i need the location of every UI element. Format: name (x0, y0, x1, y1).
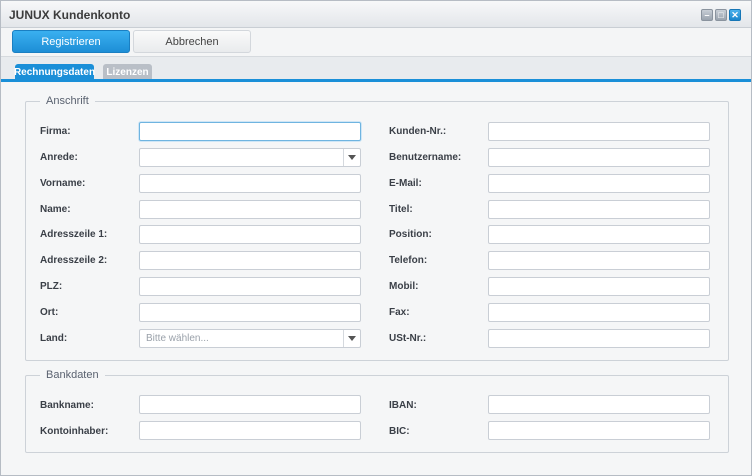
ustnr-label: USt-Nr.: (389, 333, 427, 344)
tab-lizenzen[interactable]: Lizenzen (103, 64, 152, 80)
register-button[interactable]: Registrieren (12, 30, 130, 53)
toolbar: Registrieren Abbrechen (1, 29, 751, 56)
kundennr-input[interactable] (488, 122, 710, 141)
chevron-down-icon[interactable] (343, 330, 360, 347)
window-title: JUNUX Kundenkonto (9, 8, 131, 22)
vorname-input[interactable] (139, 174, 361, 193)
benutzername-label: Benutzername: (389, 152, 462, 163)
fax-label: Fax: (389, 307, 410, 318)
mobil-label: Mobil: (389, 281, 419, 292)
position-input[interactable] (488, 225, 710, 244)
position-label: Position: (389, 229, 432, 240)
name-label: Name: (40, 204, 71, 215)
title-bar: JUNUX Kundenkonto – □ ✕ (1, 1, 751, 28)
anschrift-legend: Anschrift (46, 95, 89, 107)
close-icon[interactable]: ✕ (729, 9, 741, 21)
ustnr-input[interactable] (488, 329, 710, 348)
tab-underline (1, 79, 751, 82)
titel-input[interactable] (488, 200, 710, 219)
email-input[interactable] (488, 174, 710, 193)
titel-label: Titel: (389, 204, 413, 215)
plz-label: PLZ: (40, 281, 63, 292)
bankname-input[interactable] (139, 395, 361, 414)
chevron-down-icon[interactable] (343, 149, 360, 166)
firma-label: Firma: (40, 126, 71, 137)
form-content: Anschrift Firma: Anrede: Vorname: Name: … (1, 83, 751, 475)
land-select[interactable]: Bitte wählen... (139, 329, 361, 348)
kontoinhaber-label: Kontoinhaber: (40, 426, 109, 437)
land-label: Land: (40, 333, 68, 344)
kontoinhaber-input[interactable] (139, 421, 361, 440)
tab-bar: Rechnungsdaten Lizenzen (1, 56, 751, 82)
bic-input[interactable] (488, 421, 710, 440)
adresse2-input[interactable] (139, 251, 361, 270)
ort-label: Ort: (40, 307, 59, 318)
adresse1-label: Adresszeile 1: (40, 229, 108, 240)
adresse2-label: Adresszeile 2: (40, 255, 108, 266)
vorname-label: Vorname: (40, 178, 86, 189)
tab-rechnungsdaten[interactable]: Rechnungsdaten (14, 64, 95, 80)
land-placeholder: Bitte wählen... (146, 333, 209, 344)
ort-input[interactable] (139, 303, 361, 322)
adresse1-input[interactable] (139, 225, 361, 244)
telefon-input[interactable] (488, 251, 710, 270)
benutzername-input[interactable] (488, 148, 710, 167)
maximize-icon[interactable]: □ (715, 9, 727, 21)
email-label: E-Mail: (389, 178, 422, 189)
anrede-label: Anrede: (40, 152, 78, 163)
cancel-button[interactable]: Abbrechen (133, 30, 251, 53)
minimize-icon[interactable]: – (701, 9, 713, 21)
iban-label: IBAN: (389, 400, 417, 411)
firma-input[interactable] (139, 122, 361, 141)
bankdaten-legend: Bankdaten (46, 369, 99, 381)
mobil-input[interactable] (488, 277, 710, 296)
bankname-label: Bankname: (40, 400, 94, 411)
name-input[interactable] (139, 200, 361, 219)
kundennr-label: Kunden-Nr.: (389, 126, 447, 137)
iban-input[interactable] (488, 395, 710, 414)
anrede-select[interactable] (139, 148, 361, 167)
account-window: JUNUX Kundenkonto – □ ✕ Registrieren Abb… (0, 0, 752, 476)
telefon-label: Telefon: (389, 255, 428, 266)
bic-label: BIC: (389, 426, 410, 437)
fax-input[interactable] (488, 303, 710, 322)
plz-input[interactable] (139, 277, 361, 296)
